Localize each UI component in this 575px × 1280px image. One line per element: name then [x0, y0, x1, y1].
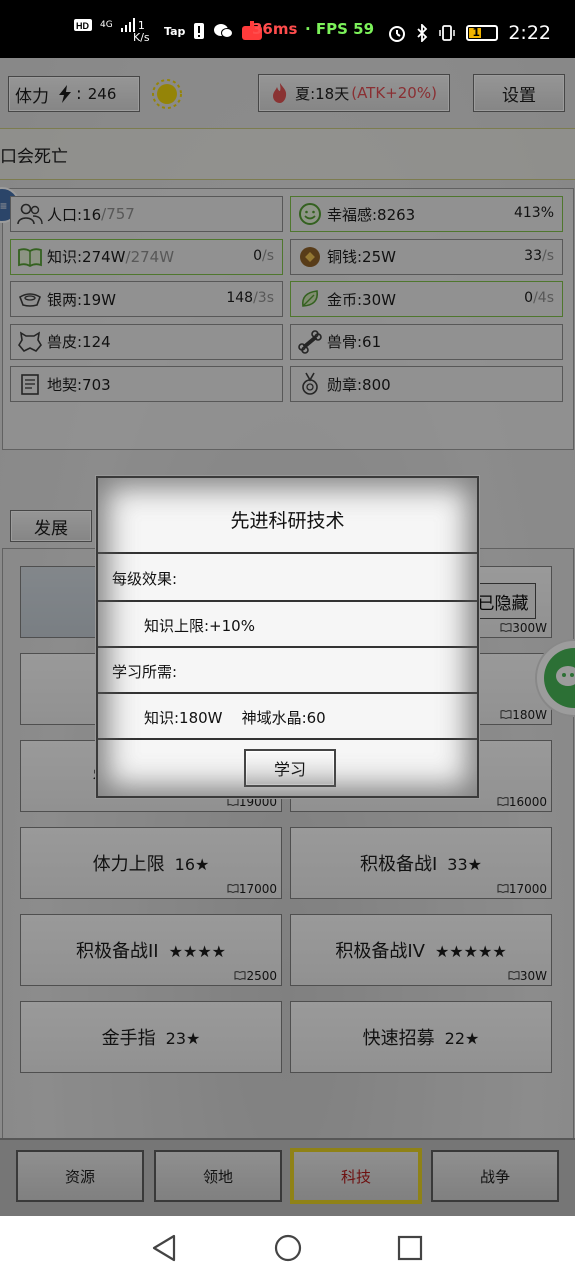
- battery-icon: 11: [466, 25, 499, 41]
- battery-level: 11: [472, 26, 488, 39]
- tech-dialog: 先进科研技术 每级效果: 知识上限:+10% 学习所需: 知识:180W 神域水…: [96, 476, 479, 798]
- back-icon[interactable]: [150, 1233, 180, 1263]
- status-apps: Tap: [164, 21, 263, 41]
- svg-text:HD: HD: [76, 21, 89, 31]
- clock: 2:22: [508, 22, 551, 44]
- latency-readout: 36ms: [252, 20, 298, 38]
- fps-readout: · FPS 59: [305, 20, 375, 38]
- net-speed: 1 K/s: [133, 20, 150, 44]
- alert-icon: [194, 23, 205, 39]
- bluetooth-icon: [417, 24, 428, 42]
- requirement-header-row: 学习所需:: [98, 646, 477, 692]
- dialog-title: 先进科研技术: [230, 510, 345, 532]
- alarm-icon: [389, 26, 406, 42]
- effect-text: 知识上限:+10%: [144, 617, 255, 635]
- requirement-text: 知识:180W 神域水晶:60: [144, 709, 326, 727]
- wechat-icon: [214, 24, 234, 38]
- status-left: HD 4G: [74, 18, 137, 32]
- tap-label: Tap: [164, 24, 186, 38]
- learn-button[interactable]: 学习: [244, 749, 336, 787]
- hd-icon: HD: [74, 19, 92, 31]
- vibrate-icon: [439, 25, 456, 41]
- status-bar: HD 4G 1 K/s Tap 36ms · FPS 59 11 2:22: [0, 0, 575, 58]
- requirement-header: 学习所需:: [112, 663, 178, 681]
- effect-row: 知识上限:+10%: [98, 600, 477, 646]
- requirement-row: 知识:180W 神域水晶:60: [98, 692, 477, 738]
- speed-unit: K/s: [133, 31, 150, 44]
- system-nav-bar: [0, 1216, 575, 1280]
- network-type: 4G: [100, 20, 113, 30]
- learn-button-label: 学习: [273, 760, 306, 779]
- status-right: 11 2:22: [388, 22, 551, 44]
- home-icon[interactable]: [273, 1233, 303, 1263]
- effect-header-row: 每级效果:: [98, 552, 477, 600]
- recents-icon[interactable]: [395, 1233, 425, 1263]
- effect-header: 每级效果:: [112, 570, 178, 588]
